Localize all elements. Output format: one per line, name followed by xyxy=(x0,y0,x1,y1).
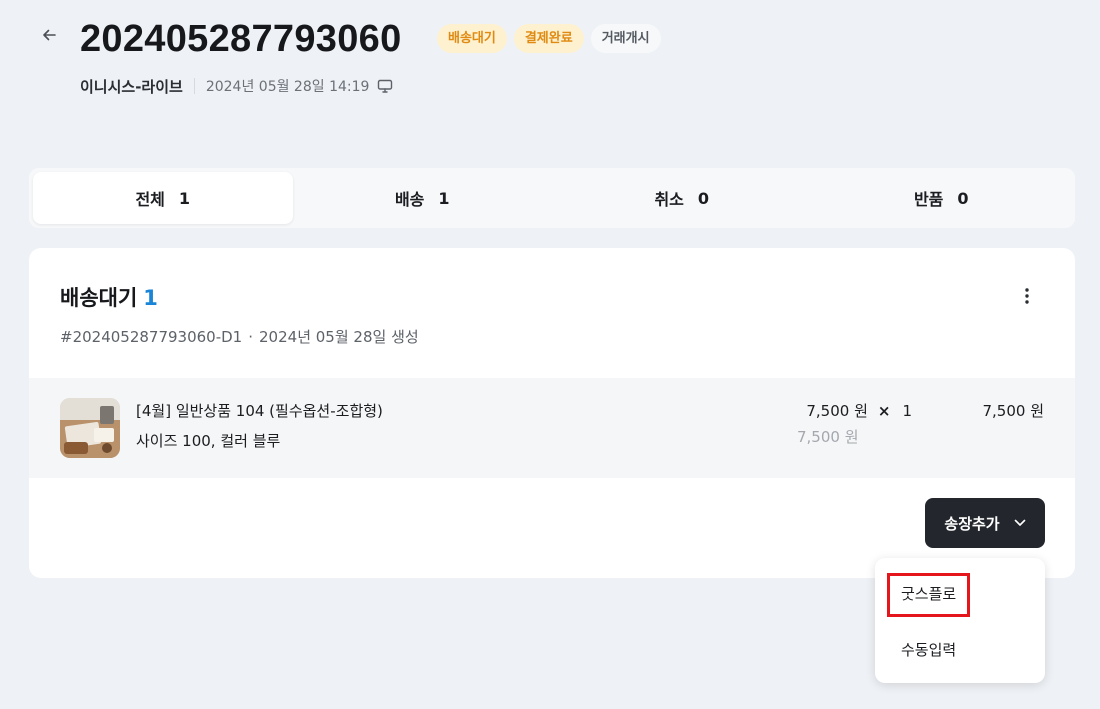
status-badge-shipping-wait: 배송대기 xyxy=(437,24,507,53)
status-badge-trade-start: 거래개시 xyxy=(590,24,661,53)
quantity: 1 xyxy=(902,402,912,420)
tab-all[interactable]: 전체 1 xyxy=(33,172,293,224)
status-badge-payment-complete: 결제완료 xyxy=(513,24,584,53)
tab-count: 1 xyxy=(438,188,450,208)
product-row: [4월] 일반상품 104 (필수옵션-조합형) 사이즈 100, 컬러 블루 … xyxy=(29,378,1075,478)
multiply-sign: × xyxy=(877,402,891,420)
original-price: 7,500 원 xyxy=(797,428,859,446)
arrow-left-icon xyxy=(43,29,56,41)
tab-count: 0 xyxy=(957,188,969,208)
product-thumbnail xyxy=(60,398,120,458)
unit-price: 7,500 원 xyxy=(806,402,868,420)
shipment-card: 배송대기 1 #202405287793060-D1 · 2024년 05월 28일 … xyxy=(29,248,1075,578)
tab-return[interactable]: 반품 0 xyxy=(812,172,1072,224)
more-vertical-icon xyxy=(1025,288,1029,304)
shipment-created: 2024년 05월 28일 생성 xyxy=(259,328,419,346)
divider xyxy=(193,78,195,94)
tab-label: 전체 xyxy=(135,190,165,209)
tab-label: 배송 xyxy=(394,190,425,209)
tab-count: 1 xyxy=(178,188,191,208)
separator-dot: · xyxy=(248,328,254,346)
order-datetime: 2024년 05월 28일 14:19 xyxy=(205,79,370,95)
tab-cancel[interactable]: 취소 0 xyxy=(552,172,812,224)
product-option: 사이즈 100, 컬러 블루 xyxy=(136,432,281,450)
total-price: 7,500 원 xyxy=(982,402,1044,420)
shipment-id: #202405287793060-D1 xyxy=(60,328,243,346)
tab-label: 반품 xyxy=(913,190,944,209)
add-invoice-button[interactable]: 송장추가 xyxy=(925,498,1045,548)
tab-label: 취소 xyxy=(654,190,684,209)
add-invoice-label: 송장추가 xyxy=(944,514,1000,533)
group-title: 배송대기 1 xyxy=(60,282,158,312)
monitor-icon xyxy=(377,78,393,94)
product-name: [4월] 일반상품 104 (필수옵션-조합형) xyxy=(136,402,383,420)
order-subinfo: 이니시스-라이브 2024년 05월 28일 14:19 xyxy=(80,75,393,97)
shipment-tabs: 전체 1 배송 1 취소 0 반품 0 xyxy=(29,168,1075,228)
more-options-button[interactable] xyxy=(1015,284,1039,308)
tab-shipping[interactable]: 배송 1 xyxy=(293,172,553,224)
shipment-meta: #202405287793060-D1 · 2024년 05월 28일 생성 xyxy=(60,326,419,347)
group-count: 1 xyxy=(143,286,158,310)
order-number-title: 202405287793060 xyxy=(80,18,402,60)
tab-count: 0 xyxy=(697,188,710,208)
menu-item-manual-input[interactable]: 수동입력 xyxy=(901,639,956,660)
back-button[interactable] xyxy=(38,24,60,46)
highlight-box xyxy=(887,573,970,617)
unit-price-line: 7,500 원 × 1 xyxy=(806,400,912,421)
group-title-label: 배송대기 xyxy=(60,286,138,310)
status-badges: 배송대기 결제완료 거래개시 xyxy=(437,24,661,53)
store-name: 이니시스-라이브 xyxy=(80,77,183,96)
chevron-down-icon xyxy=(1014,519,1025,526)
